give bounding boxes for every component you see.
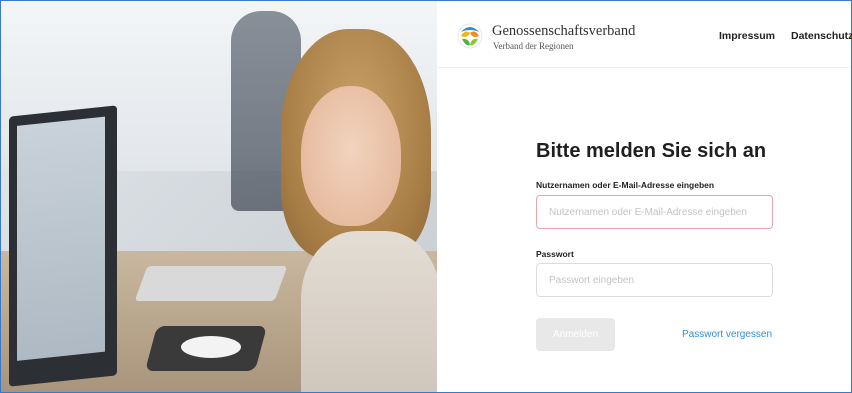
photo-monitor: [9, 105, 117, 387]
photo-person-body: [301, 231, 437, 392]
nav-impressum-link[interactable]: Impressum: [719, 30, 775, 42]
brand-subtitle: Verband der Regionen: [493, 41, 574, 51]
photo-keyboard: [134, 266, 288, 301]
username-label: Nutzernamen oder E-Mail-Adresse eingeben: [536, 180, 715, 190]
nav-datenschutz-link[interactable]: Datenschutz: [791, 30, 852, 42]
password-input[interactable]: [536, 263, 773, 297]
photo-person-face: [301, 86, 401, 226]
site-header: Genossenschaftsverband Verband der Regio…: [438, 1, 852, 68]
username-input[interactable]: [536, 195, 773, 229]
page-title: Bitte melden Sie sich an: [536, 140, 767, 162]
brand-name: Genossenschaftsverband: [492, 23, 636, 39]
photo-mouse: [181, 336, 241, 358]
forgot-password-link[interactable]: Passwort vergessen: [682, 329, 772, 340]
brand-logo-icon: [457, 23, 483, 49]
hero-photo: [1, 1, 437, 392]
password-label: Passwort: [536, 249, 574, 259]
login-button[interactable]: Anmelden: [536, 318, 615, 351]
